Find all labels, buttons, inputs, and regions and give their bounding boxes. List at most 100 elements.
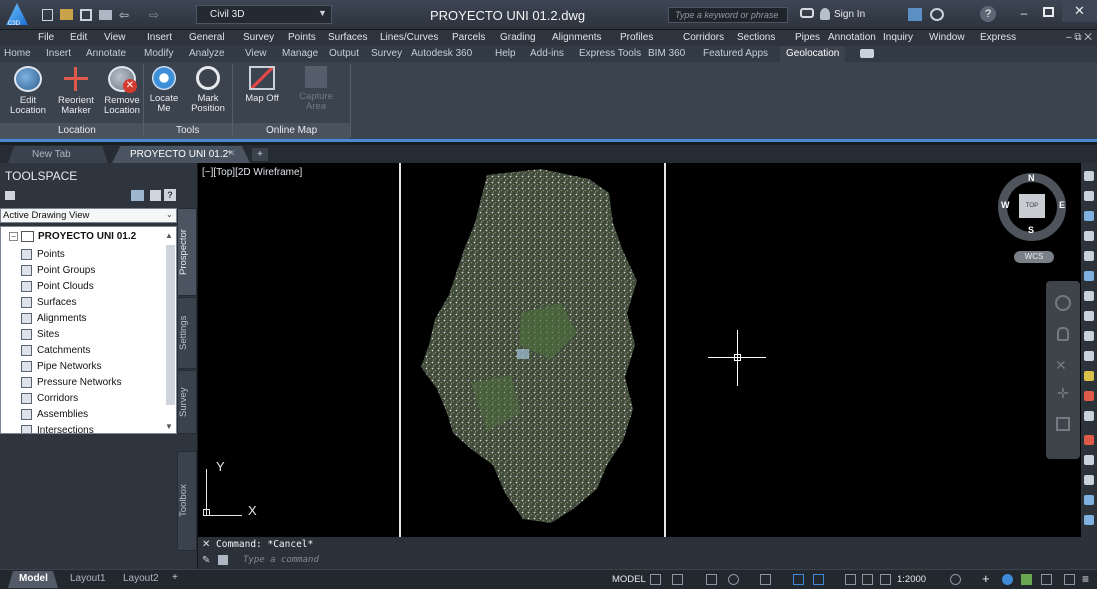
tool-icon[interactable] [1084,515,1094,525]
menu-parcels[interactable]: Parcels [452,32,485,43]
viewcube-top-face[interactable]: TOP [1019,194,1045,218]
help-icon[interactable]: ? [980,6,996,22]
tree-item-pipe-networks[interactable]: Pipe Networks [21,359,101,374]
side-tab-survey[interactable]: Survey [177,370,197,434]
tree-item-pressure-networks[interactable]: Pressure Networks [21,375,121,390]
tool-icon[interactable] [1084,351,1094,361]
zoom-extents-icon[interactable]: ✕ [1055,357,1067,374]
customization-menu-icon[interactable]: ≡ [1082,572,1089,586]
map-off-button[interactable]: Map Off [238,66,286,104]
object-snap-tracking-icon[interactable] [813,574,824,585]
wcs-menu[interactable]: WCS [1014,251,1054,263]
viewcube-east[interactable]: E [1059,200,1065,210]
tab-analyze[interactable]: Analyze [189,48,225,59]
layout-tab-layout1[interactable]: Layout1 [70,573,106,584]
add-layout-icon[interactable]: + [172,572,178,583]
side-tab-prospector[interactable]: Prospector [177,208,197,296]
tab-annotate[interactable]: Annotate [86,48,126,59]
qat-new-icon[interactable] [42,9,53,21]
tab-survey[interactable]: Survey [371,48,402,59]
remove-location-button[interactable]: ✕ Remove Location [98,66,146,116]
snap-icon[interactable] [672,574,683,585]
polar-tracking-icon[interactable] [728,574,739,585]
tool-icon[interactable] [1084,371,1094,381]
tab-featured-apps[interactable]: Featured Apps [703,48,768,59]
tab-home[interactable]: Home [4,48,31,59]
toolspace-menu-icon[interactable] [5,191,15,200]
hardware-acceleration-icon[interactable] [1021,574,1032,585]
object-snap-icon[interactable] [793,574,804,585]
mark-position-button[interactable]: Mark Position [184,66,232,114]
menu-edit[interactable]: Edit [70,32,87,43]
isodraft-icon[interactable] [760,574,771,585]
viewcube-west[interactable]: W [1001,200,1010,210]
auto-scale-icon[interactable] [862,574,873,585]
viewport-controls-label[interactable]: [−][Top][2D Wireframe] [202,167,302,178]
tool-icon[interactable] [1084,251,1094,261]
tree-collapse-icon[interactable]: − [9,232,18,241]
menu-annotation[interactable]: Annotation [828,32,876,43]
workspace-switching-icon[interactable] [950,574,961,585]
user-icon[interactable] [820,8,830,20]
minimize-button[interactable]: – [1017,6,1031,20]
tool-icon[interactable] [1084,391,1094,401]
tab-manage[interactable]: Manage [282,48,318,59]
tool-icon[interactable] [1084,191,1094,201]
viewcube-north[interactable]: N [1028,173,1035,183]
menu-insert[interactable]: Insert [147,32,172,43]
add-icon[interactable]: + [982,571,990,586]
tab-view[interactable]: View [245,48,267,59]
fullscreen-icon[interactable] [1064,574,1075,585]
menu-corridors[interactable]: Corridors [683,32,724,43]
toolspace-help-icon[interactable]: ? [164,189,176,201]
toolspace-toggle-icon[interactable] [131,190,144,201]
reorient-marker-button[interactable]: Reorient Marker [52,66,100,116]
exchange-apps-icon[interactable] [908,8,922,21]
orbit-icon[interactable]: ✛ [1057,385,1069,402]
tool-icon[interactable] [1084,411,1094,421]
menu-view[interactable]: View [104,32,126,43]
side-tab-settings[interactable]: Settings [177,297,197,369]
layout-tab-layout2[interactable]: Layout2 [123,573,159,584]
command-input[interactable] [214,553,1074,568]
tab-express-tools[interactable]: Express Tools [579,48,641,59]
restore-button[interactable] [1043,7,1054,17]
tree-item-alignments[interactable]: Alignments [21,311,86,326]
menu-general[interactable]: General [189,32,225,43]
qat-undo-icon[interactable]: ⇦ [119,8,129,22]
tree-scroll-down-icon[interactable]: ▼ [165,422,173,431]
isolate-objects-icon[interactable] [1002,574,1013,585]
menu-survey[interactable]: Survey [243,32,274,43]
tab-bim-360[interactable]: BIM 360 [648,48,685,59]
menu-inquiry[interactable]: Inquiry [883,32,913,43]
tab-output[interactable]: Output [329,48,359,59]
menu-sections[interactable]: Sections [737,32,775,43]
menu-file[interactable]: File [38,32,54,43]
annotation-scale-icon[interactable] [880,574,891,585]
showmotion-icon[interactable] [1056,417,1070,431]
ribbon-minimize-icon[interactable] [860,49,874,58]
navigation-bar[interactable]: ✕ ✛ [1046,281,1080,459]
command-close-icon[interactable]: ✕ [202,539,210,550]
annotation-scale-value[interactable]: 1:2000 [897,574,926,585]
qat-print-icon[interactable] [99,10,112,20]
menu-alignments[interactable]: Alignments [552,32,601,43]
tree-scroll-up-icon[interactable]: ▲ [165,231,173,240]
tree-item-point-groups[interactable]: Point Groups [21,263,95,278]
menu-lines-curves[interactable]: Lines/Curves [380,32,438,43]
viewcube-south[interactable]: S [1028,225,1034,235]
tool-icon[interactable] [1084,311,1094,321]
sign-in-link[interactable]: Sign In [834,9,865,20]
qat-open-icon[interactable] [60,9,73,20]
full-navigation-wheel-icon[interactable] [1055,295,1071,311]
menu-window[interactable]: Window [929,32,965,43]
edit-location-button[interactable]: Edit Location [4,66,52,116]
tab-geolocation[interactable]: Geolocation [780,46,846,62]
tool-icon[interactable] [1084,331,1094,341]
tool-icon[interactable] [1084,455,1094,465]
tree-item-catchments[interactable]: Catchments [21,343,90,358]
menu-express[interactable]: Express [980,32,1016,43]
tree-item-assemblies[interactable]: Assemblies [21,407,88,422]
a360-icon[interactable] [930,8,944,21]
menu-profiles[interactable]: Profiles [620,32,653,43]
